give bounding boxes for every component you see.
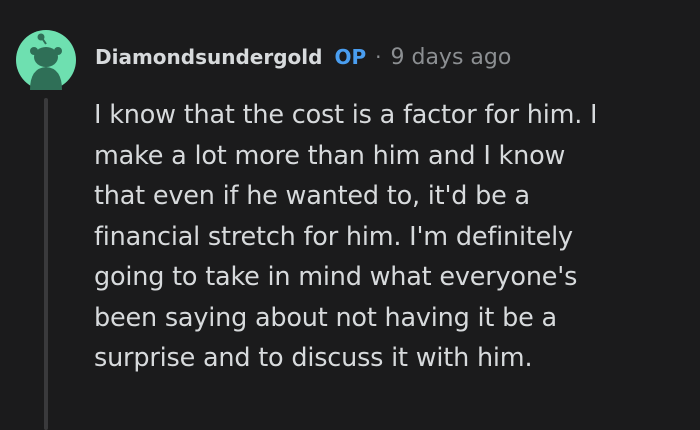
- comment-line: surprise and to discuss it with him.: [94, 343, 533, 373]
- comment-timestamp: 9 days ago: [390, 44, 512, 70]
- snoo-avatar-icon: [16, 30, 76, 90]
- thread-collapse-line[interactable]: [44, 98, 48, 430]
- op-badge: OP: [334, 45, 367, 69]
- user-avatar[interactable]: [16, 30, 76, 90]
- comment-body: I know that the cost is a factor for him…: [94, 95, 694, 379]
- comment-line: been saying about not having it be a: [94, 302, 557, 333]
- author-username[interactable]: Diamondsundergold: [95, 45, 322, 69]
- comment-line: I know that the cost is a factor for him…: [94, 100, 598, 130]
- meta-separator: ·: [375, 45, 382, 69]
- comment: Diamondsundergold OP · 9 days ago I know…: [0, 0, 700, 430]
- comment-line: financial stretch for him. I'm definitel…: [94, 221, 573, 252]
- comment-line: make a lot more than him and I know: [94, 140, 566, 171]
- comment-line: going to take in mind what everyone's: [94, 262, 578, 292]
- comment-line: that even if he wanted to, it'd be a: [94, 181, 530, 211]
- comment-meta: Diamondsundergold OP · 9 days ago: [95, 41, 511, 73]
